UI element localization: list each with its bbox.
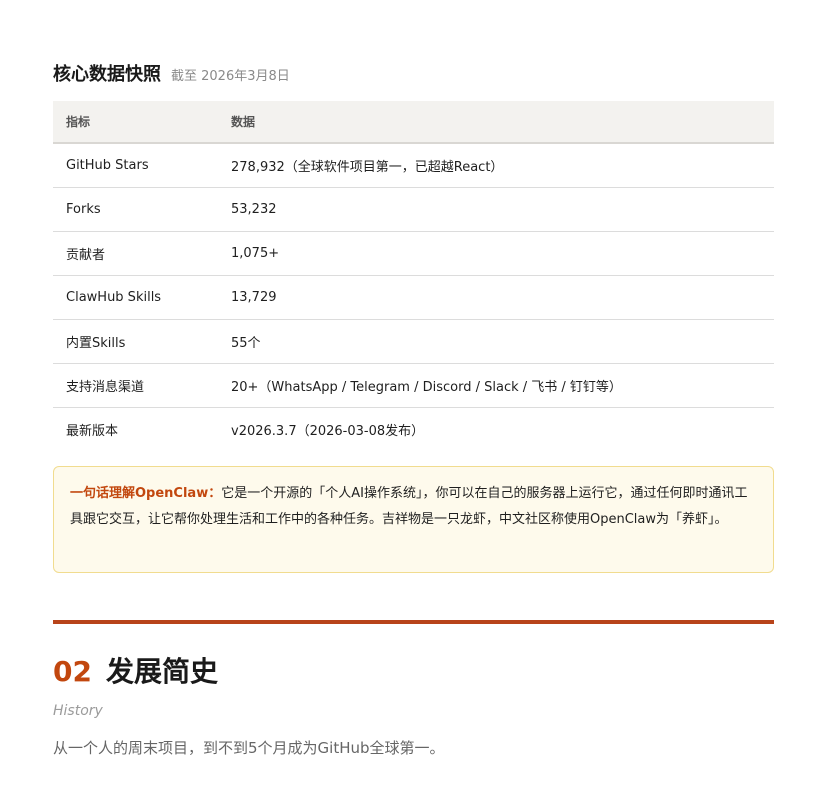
section-subtitle: History bbox=[53, 703, 103, 719]
value-cell: 1,075+ bbox=[218, 231, 774, 276]
section-divider bbox=[53, 620, 774, 624]
metric-cell: GitHub Stars bbox=[53, 143, 218, 188]
table-row: 内置Skills 55个 bbox=[53, 319, 774, 364]
value-cell: 55个 bbox=[218, 319, 774, 364]
table-row: Forks 53,232 bbox=[53, 187, 774, 232]
table-row: 最新版本 v2026.3.7（2026-03-08发布） bbox=[53, 407, 774, 451]
value-cell: 20+（WhatsApp / Telegram / Discord / Slac… bbox=[218, 363, 774, 408]
snapshot-date: 截至 2026年3月8日 bbox=[171, 69, 290, 84]
metric-cell: 最新版本 bbox=[66, 423, 119, 439]
summary-callout: 一句话理解OpenClaw：它是一个开源的「个人AI操作系统」，你可以在自己的服… bbox=[53, 466, 774, 573]
section-title: 发展简史 bbox=[105, 655, 218, 688]
table-row: 支持消息渠道 20+（WhatsApp / Telegram / Discord… bbox=[53, 363, 774, 408]
section-lead-paragraph: 从一个人的周末项目，到不到5个月成为GitHub全球第一。 bbox=[53, 739, 445, 757]
value-cell: 13,729 bbox=[218, 275, 774, 320]
table-row: ClawHub Skills 13,729 bbox=[53, 275, 774, 320]
snapshot-title: 核心数据快照 bbox=[53, 64, 161, 85]
snapshot-header: 核心数据快照 截至 2026年3月8日 bbox=[53, 60, 290, 86]
core-data-table: 指标 数据 GitHub Stars 278,932（全球软件项目第一，已超越R… bbox=[53, 101, 774, 451]
metric-cell: ClawHub Skills bbox=[53, 275, 218, 320]
value-cell: 53,232 bbox=[218, 187, 774, 232]
table-row: 贡献者 1,075+ bbox=[53, 231, 774, 276]
metric-cell: 贡献者 bbox=[53, 231, 218, 276]
column-header-metric: 指标 bbox=[53, 101, 218, 144]
metric-cell: 支持消息渠道 bbox=[53, 363, 218, 408]
section-heading: 02 发展简史 bbox=[53, 650, 218, 690]
section-number: 02 bbox=[53, 655, 92, 688]
callout-lead: 一句话理解OpenClaw： bbox=[70, 486, 222, 501]
metric-cell: 内置Skills bbox=[53, 319, 218, 364]
metric-cell: Forks bbox=[53, 187, 218, 232]
value-cell: 278,932（全球软件项目第一，已超越React） bbox=[218, 143, 774, 188]
table-row: GitHub Stars 278,932（全球软件项目第一，已超越React） bbox=[53, 143, 774, 188]
table-header-row: 指标 数据 bbox=[53, 101, 774, 144]
value-cell: v2026.3.7（2026-03-08发布） bbox=[231, 423, 425, 439]
column-header-value: 数据 bbox=[218, 101, 774, 144]
